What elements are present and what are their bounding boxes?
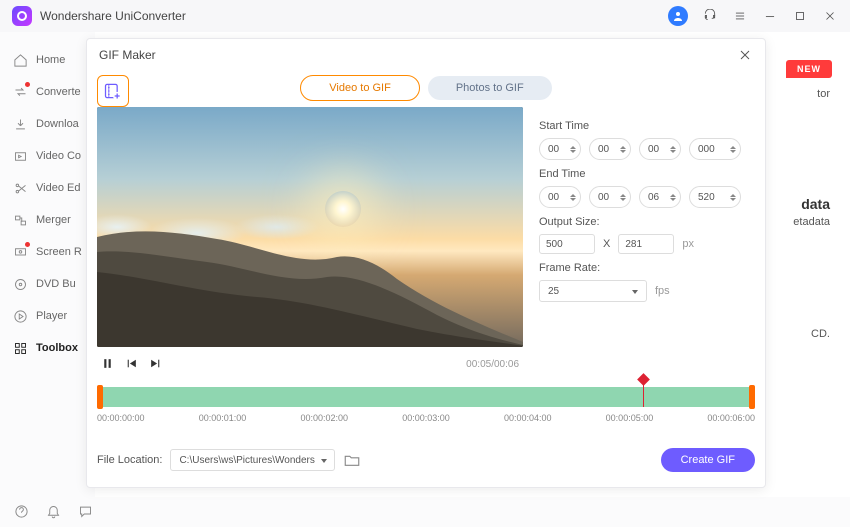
- trim-end-handle[interactable]: [749, 385, 755, 409]
- compress-icon: [12, 148, 28, 164]
- player-icon: [12, 308, 28, 324]
- video-frame[interactable]: [97, 107, 523, 347]
- frame-rate-select[interactable]: 25: [539, 280, 647, 302]
- sidebar-item-label: DVD Bu: [36, 278, 76, 290]
- toolbox-icon: [12, 340, 28, 356]
- sidebar-item-converter[interactable]: Converte: [0, 76, 95, 108]
- tab-bar: Video to GIF Photos to GIF: [87, 71, 765, 105]
- end-seconds-input[interactable]: 06: [639, 186, 681, 208]
- sidebar-item-label: Home: [36, 54, 65, 66]
- sidebar-item-label: Video Co: [36, 150, 81, 162]
- tab-video-to-gif[interactable]: Video to GIF: [300, 75, 420, 101]
- timeline: 00:00:00:0000:00:01:0000:00:02:0000:00:0…: [97, 387, 755, 429]
- sidebar-item-toolbox[interactable]: Toolbox: [0, 332, 95, 364]
- start-ms-input[interactable]: 000: [689, 138, 741, 160]
- minimize-button[interactable]: [762, 8, 778, 24]
- browse-folder-button[interactable]: [343, 451, 361, 469]
- sidebar: Home Converte Downloa Video Co Video Ed …: [0, 32, 95, 497]
- add-file-button[interactable]: [97, 75, 129, 107]
- sidebar-item-label: Merger: [36, 214, 71, 226]
- file-location-label: File Location:: [97, 454, 162, 466]
- pause-button[interactable]: [101, 357, 115, 371]
- file-location-select[interactable]: C:\Users\ws\Pictures\Wonders: [170, 449, 335, 471]
- download-icon: [12, 116, 28, 132]
- timeline-track[interactable]: [97, 387, 755, 407]
- frame-rate-label: Frame Rate:: [539, 262, 755, 274]
- output-size-x: X: [603, 238, 610, 250]
- sidebar-item-label: Video Ed: [36, 182, 80, 194]
- scissors-icon: [12, 180, 28, 196]
- titlebar: Wondershare UniConverter: [0, 0, 850, 32]
- output-size-unit: px: [682, 238, 694, 250]
- account-icon[interactable]: [668, 6, 688, 26]
- start-hours-input[interactable]: 00: [539, 138, 581, 160]
- sidebar-item-home[interactable]: Home: [0, 44, 95, 76]
- playhead[interactable]: [643, 379, 644, 407]
- start-seconds-input[interactable]: 00: [639, 138, 681, 160]
- menu-icon[interactable]: [732, 8, 748, 24]
- statusbar: [0, 497, 850, 527]
- dvd-icon: [12, 276, 28, 292]
- help-icon[interactable]: [14, 504, 30, 520]
- peek-text: tor: [817, 88, 830, 100]
- maximize-button[interactable]: [792, 8, 808, 24]
- end-ms-input[interactable]: 520: [689, 186, 741, 208]
- sidebar-item-label: Player: [36, 310, 67, 322]
- peek-text: data: [801, 196, 830, 212]
- sidebar-item-label: Converte: [36, 86, 81, 98]
- end-minutes-input[interactable]: 00: [589, 186, 631, 208]
- sidebar-item-label: Toolbox: [36, 342, 78, 354]
- app-title: Wondershare UniConverter: [40, 9, 186, 23]
- support-icon[interactable]: [702, 8, 718, 24]
- merger-icon: [12, 212, 28, 228]
- sidebar-item-downloader[interactable]: Downloa: [0, 108, 95, 140]
- gif-maker-modal: GIF Maker Video to GIF Photos to GIF: [86, 38, 766, 488]
- timeline-ruler: 00:00:00:0000:00:01:0000:00:02:0000:00:0…: [97, 407, 755, 423]
- start-time-label: Start Time: [539, 120, 755, 132]
- sidebar-item-dvd[interactable]: DVD Bu: [0, 268, 95, 300]
- sidebar-item-compressor[interactable]: Video Co: [0, 140, 95, 172]
- video-preview: 00:05/00:06: [97, 107, 523, 375]
- app-logo: [12, 6, 32, 26]
- trim-start-handle[interactable]: [97, 385, 103, 409]
- peek-text: etadata: [793, 216, 830, 228]
- converter-icon: [12, 84, 28, 100]
- end-hours-input[interactable]: 00: [539, 186, 581, 208]
- frame-rate-unit: fps: [655, 285, 670, 297]
- sidebar-item-label: Downloa: [36, 118, 79, 130]
- feedback-icon[interactable]: [78, 504, 94, 520]
- sidebar-item-editor[interactable]: Video Ed: [0, 172, 95, 204]
- output-height-input[interactable]: [618, 234, 674, 254]
- create-gif-button[interactable]: Create GIF: [661, 448, 755, 472]
- peek-text: CD.: [811, 328, 830, 340]
- tab-photos-to-gif[interactable]: Photos to GIF: [428, 76, 552, 100]
- gif-settings: Start Time 00 00 00 000 End Time 00 00 0…: [539, 112, 755, 302]
- recorder-icon: [12, 244, 28, 260]
- end-time-label: End Time: [539, 168, 755, 180]
- close-button[interactable]: [822, 8, 838, 24]
- start-minutes-input[interactable]: 00: [589, 138, 631, 160]
- sidebar-item-label: Screen R: [36, 246, 82, 258]
- output-width-input[interactable]: [539, 234, 595, 254]
- output-size-label: Output Size:: [539, 216, 755, 228]
- modal-title: GIF Maker: [99, 48, 156, 62]
- new-badge: NEW: [786, 60, 832, 78]
- prev-frame-button[interactable]: [125, 357, 139, 371]
- bell-icon[interactable]: [46, 504, 62, 520]
- modal-close-button[interactable]: [737, 47, 753, 63]
- sidebar-item-recorder[interactable]: Screen R: [0, 236, 95, 268]
- home-icon: [12, 52, 28, 68]
- playback-time: 00:05/00:06: [466, 359, 519, 370]
- next-frame-button[interactable]: [149, 357, 163, 371]
- sidebar-item-merger[interactable]: Merger: [0, 204, 95, 236]
- sidebar-item-player[interactable]: Player: [0, 300, 95, 332]
